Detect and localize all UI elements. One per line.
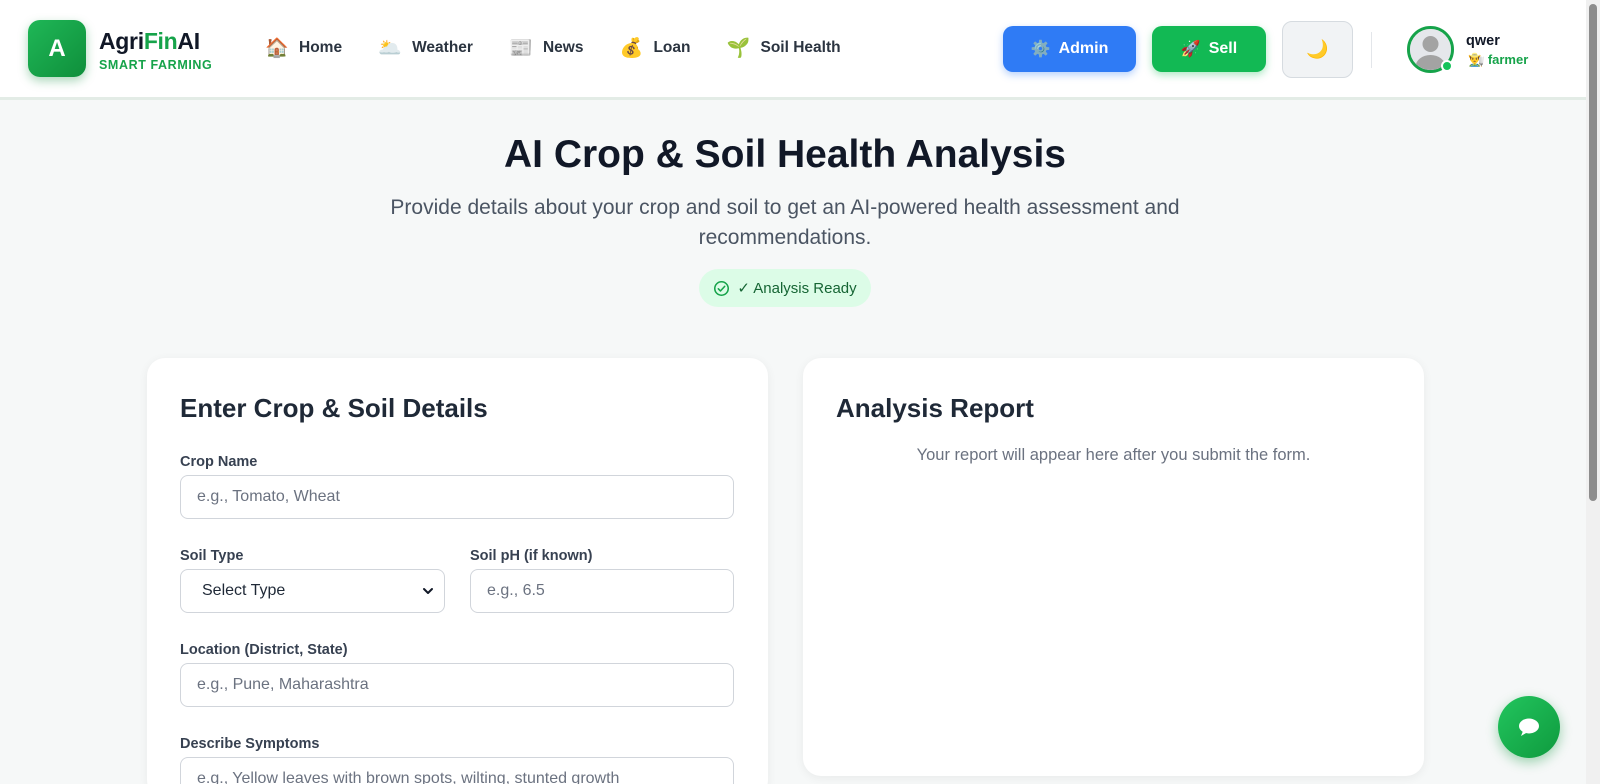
header-divider — [1371, 32, 1372, 68]
symptoms-textarea[interactable]: e.g., Yellow leaves with brown spots, wi… — [180, 757, 734, 784]
crop-details-form: Enter Crop & Soil Details Crop Name e.g.… — [147, 358, 768, 784]
online-status-dot — [1441, 60, 1453, 72]
nav-item-label: Loan — [653, 39, 691, 56]
sell-button-label: Sell — [1208, 40, 1238, 57]
user-role-label: farmer — [1487, 52, 1529, 67]
nav-item-home[interactable]: 🏠 Home — [265, 36, 342, 60]
money-bag-icon: 💰 — [619, 38, 644, 59]
main-nav: 🏠 Home 🌥️ Weather 📰 News 💰 Loan 🌱 Soil H… — [265, 36, 877, 60]
farmer-icon: 👨‍🌾 — [1468, 52, 1485, 67]
admin-button[interactable]: ⚙️ Admin — [1003, 26, 1136, 72]
chevron-down-icon — [423, 588, 433, 594]
soil-type-value: Select Type — [202, 582, 286, 599]
location-placeholder: e.g., Pune, Maharashtra — [197, 676, 369, 693]
soil-type-label: Soil Type — [180, 548, 244, 564]
brand[interactable]: AgriFinAI SMART FARMING — [99, 28, 212, 72]
nav-item-soil-health[interactable]: 🌱 Soil Health — [726, 36, 841, 60]
page-title: AI Crop & Soil Health Analysis — [504, 133, 1066, 176]
house-icon: 🏠 — [265, 38, 289, 59]
soil-ph-label: Soil pH (if known) — [470, 548, 593, 564]
sell-button[interactable]: 🚀 Sell — [1152, 26, 1266, 72]
brand-name: AgriFinAI — [99, 28, 200, 54]
moon-icon: 🌙 — [1306, 39, 1329, 59]
crop-name-label: Crop Name — [180, 454, 258, 470]
form-title: Enter Crop & Soil Details — [180, 393, 488, 423]
nav-item-label: Soil Health — [760, 39, 841, 56]
admin-button-label: Admin — [1058, 40, 1109, 57]
page-subtitle: Provide details about your crop and soil… — [390, 196, 1180, 249]
check-circle-icon — [714, 280, 730, 296]
user-role: 👨‍🌾 farmer — [1468, 52, 1528, 68]
rocket-icon: 🚀 — [1180, 41, 1201, 58]
crop-name-input[interactable]: e.g., Tomato, Wheat — [180, 475, 734, 519]
newspaper-icon: 📰 — [509, 38, 533, 59]
nav-item-loan[interactable]: 💰 Loan — [619, 36, 691, 60]
chat-button[interactable] — [1498, 696, 1560, 758]
crop-name-placeholder: e.g., Tomato, Wheat — [197, 488, 340, 505]
nav-item-news[interactable]: 📰 News — [509, 36, 584, 60]
soil-ph-input[interactable]: e.g., 6.5 — [470, 569, 734, 613]
seedling-icon: 🌱 — [726, 38, 751, 59]
chat-bubble-icon — [1519, 718, 1539, 736]
soil-type-select[interactable]: Select Type — [180, 569, 445, 613]
location-input[interactable]: e.g., Pune, Maharashtra — [180, 663, 734, 707]
theme-toggle-button[interactable]: 🌙 — [1282, 21, 1353, 78]
symptoms-label: Describe Symptoms — [180, 736, 320, 752]
top-header: A AgriFinAI SMART FARMING 🏠 Home 🌥️ Weat… — [0, 0, 1586, 100]
brand-tagline: SMART FARMING — [99, 58, 213, 72]
scrollbar-thumb[interactable] — [1589, 4, 1597, 501]
location-label: Location (District, State) — [180, 642, 348, 658]
nav-item-label: Weather — [412, 39, 473, 56]
report-empty-text: Your report will appear here after you s… — [916, 446, 1311, 464]
nav-item-label: Home — [299, 39, 343, 56]
symptoms-placeholder: e.g., Yellow leaves with brown spots, wi… — [197, 770, 620, 784]
report-title: Analysis Report — [836, 393, 1034, 423]
soil-ph-placeholder: e.g., 6.5 — [487, 582, 545, 599]
nav-item-weather[interactable]: 🌥️ Weather — [378, 36, 473, 60]
logo-icon[interactable]: A — [28, 20, 86, 77]
status-badge-label: ✓ Analysis Ready — [737, 280, 857, 297]
user-name: qwer — [1466, 33, 1500, 49]
nav-item-label: News — [542, 39, 584, 56]
analysis-report-panel: Analysis Report Your report will appear … — [803, 358, 1424, 776]
logo-letter: A — [48, 34, 66, 62]
status-badge: ✓ Analysis Ready — [699, 269, 871, 307]
weather-icon: 🌥️ — [378, 38, 402, 59]
gear-icon: ⚙️ — [1030, 41, 1051, 58]
